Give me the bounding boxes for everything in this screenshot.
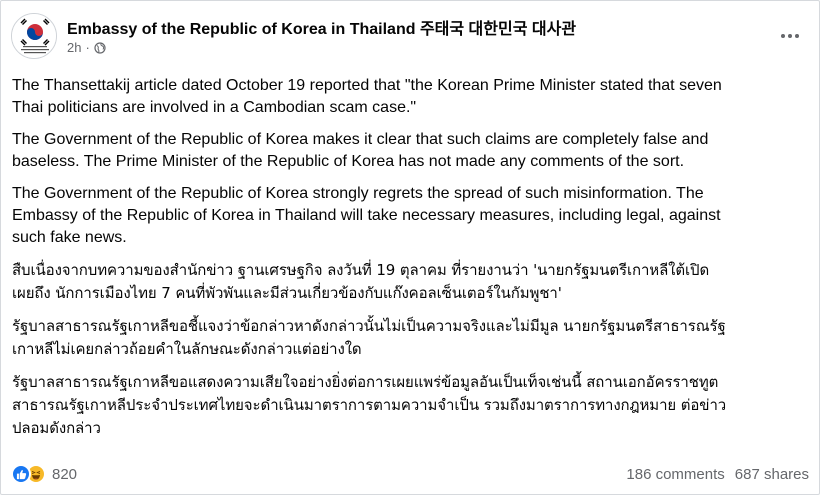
post-paragraph-th: รัฐบาลสาธารณรัฐเกาหลีขอแสดงความเสียใจอย่…: [12, 373, 727, 437]
facebook-post: Embassy of the Republic of Korea in Thai…: [0, 0, 820, 495]
korea-flag-icon: [12, 14, 56, 58]
meta-separator: ·: [85, 40, 90, 55]
reactions-count: 820: [52, 465, 78, 483]
page-name-link[interactable]: Embassy of the Republic of Korea in Thai…: [67, 15, 576, 39]
post-footer: 820 186 comments 687 shares: [11, 459, 809, 489]
page-avatar[interactable]: [11, 13, 57, 59]
more-icon-dot: [781, 34, 785, 38]
post-paragraph-th: สืบเนื่องจากบทความของสำนักข่าว ฐานเศรษฐก…: [12, 261, 710, 302]
post-paragraph-en: The Thansettakij article dated October 1…: [12, 77, 722, 116]
comments-count-link[interactable]: 186 comments: [626, 466, 724, 483]
more-icon-dot: [795, 34, 799, 38]
more-options-button[interactable]: [777, 23, 803, 49]
reactions-summary[interactable]: 820: [11, 464, 77, 484]
post-paragraph-th: รัฐบาลสาธารณรัฐเกาหลีขอชี้แจงว่าข้อกล่าว…: [12, 317, 726, 358]
post-body: The Thansettakij article dated October 1…: [12, 75, 812, 450]
post-meta: 2h ·: [67, 40, 106, 55]
like-icon: [11, 464, 31, 484]
more-icon-dot: [788, 34, 792, 38]
globe-icon: [94, 41, 106, 54]
post-timestamp[interactable]: 2h: [67, 40, 81, 55]
post-header: Embassy of the Republic of Korea in Thai…: [11, 13, 809, 65]
post-paragraph-en: The Government of the Republic of Korea …: [12, 185, 721, 246]
post-paragraph-en: The Government of the Republic of Korea …: [12, 131, 709, 170]
engagement-stats: 186 comments 687 shares: [626, 466, 809, 483]
shares-count-link[interactable]: 687 shares: [735, 466, 809, 483]
